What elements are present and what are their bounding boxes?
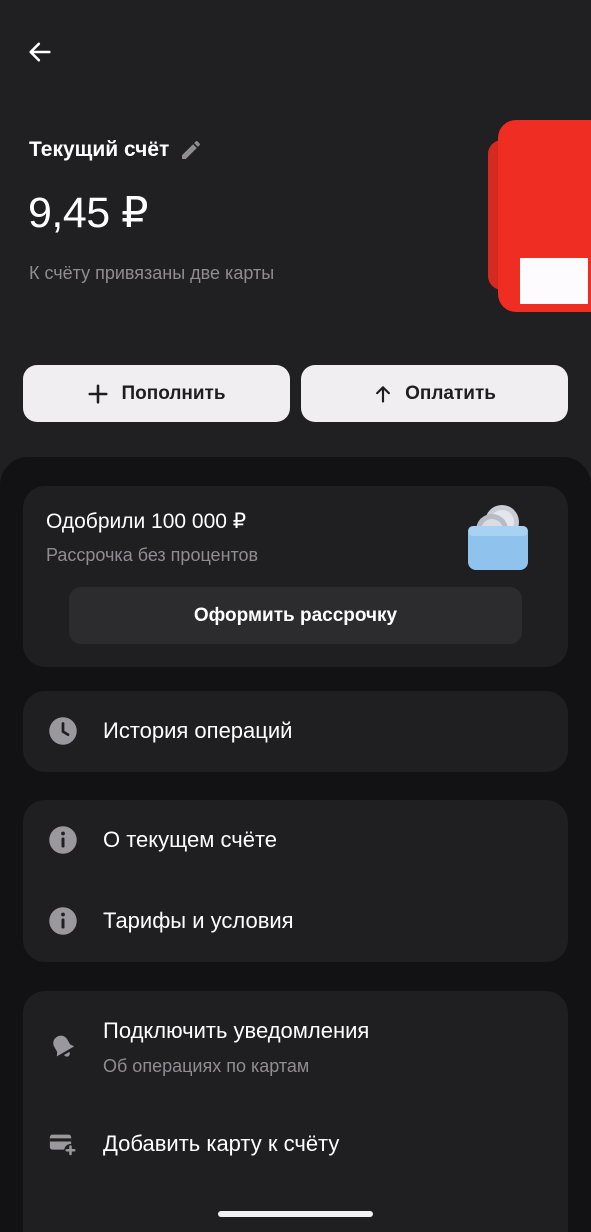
about-account-row[interactable]: О текущем счёте bbox=[23, 800, 568, 881]
add-card-label: Добавить карту к счёту bbox=[103, 1131, 340, 1156]
installment-button-label: Оформить рассрочку bbox=[193, 604, 398, 626]
back-button[interactable] bbox=[22, 34, 58, 70]
about-account-label: О текущем счёте bbox=[103, 827, 278, 852]
bell-icon bbox=[47, 1031, 79, 1063]
info-icon bbox=[47, 905, 79, 937]
account-title-row: Текущий счёт bbox=[29, 138, 203, 162]
pay-button[interactable]: Оплатить bbox=[301, 365, 568, 422]
promo-title: Одобрили 100 000 ₽ bbox=[46, 510, 247, 533]
home-indicator[interactable] bbox=[218, 1211, 373, 1217]
account-balance: 9,45 ₽ bbox=[28, 189, 149, 237]
info-card: О текущем счёте Тарифы и условия bbox=[23, 800, 568, 962]
card-front bbox=[498, 120, 591, 312]
arrow-up-icon bbox=[376, 385, 390, 403]
topup-button[interactable]: Пополнить bbox=[23, 365, 290, 422]
card-white-block bbox=[520, 258, 588, 304]
info-icon bbox=[47, 824, 79, 856]
notifications-sublabel: Об операциях по картам bbox=[103, 1056, 310, 1076]
card-add-icon bbox=[47, 1128, 79, 1160]
clock-icon bbox=[47, 715, 79, 747]
history-label: История операций bbox=[103, 718, 293, 743]
pay-label: Оплатить bbox=[405, 382, 496, 404]
arrow-left-icon bbox=[29, 42, 51, 62]
history-row[interactable]: История операций bbox=[23, 691, 568, 772]
notifications-label: Подключить уведомления bbox=[103, 1018, 370, 1043]
tariffs-row[interactable]: Тарифы и условия bbox=[23, 881, 568, 962]
plus-icon bbox=[88, 383, 108, 404]
notifications-row[interactable]: Подключить уведомления Об операциях по к… bbox=[23, 991, 568, 1101]
settings-card: Подключить уведомления Об операциях по к… bbox=[23, 991, 568, 1232]
promo-subtitle: Рассрочка без процентов bbox=[46, 545, 259, 565]
add-card-row[interactable]: Добавить карту к счёту bbox=[23, 1101, 568, 1186]
installment-promo-card: Одобрили 100 000 ₽ Рассрочка без процент… bbox=[23, 486, 568, 667]
linked-cards-note: К счёту привязаны две карты bbox=[29, 263, 275, 283]
history-card: История операций bbox=[23, 691, 568, 772]
wallet-coins-icon bbox=[466, 500, 532, 572]
tariffs-label: Тарифы и условия bbox=[103, 908, 294, 933]
linked-cards-image[interactable] bbox=[488, 120, 591, 312]
account-title: Текущий счёт bbox=[29, 138, 170, 161]
topup-label: Пополнить bbox=[121, 382, 226, 404]
pencil-icon[interactable] bbox=[179, 138, 203, 162]
installment-button[interactable]: Оформить рассрочку bbox=[69, 587, 522, 644]
